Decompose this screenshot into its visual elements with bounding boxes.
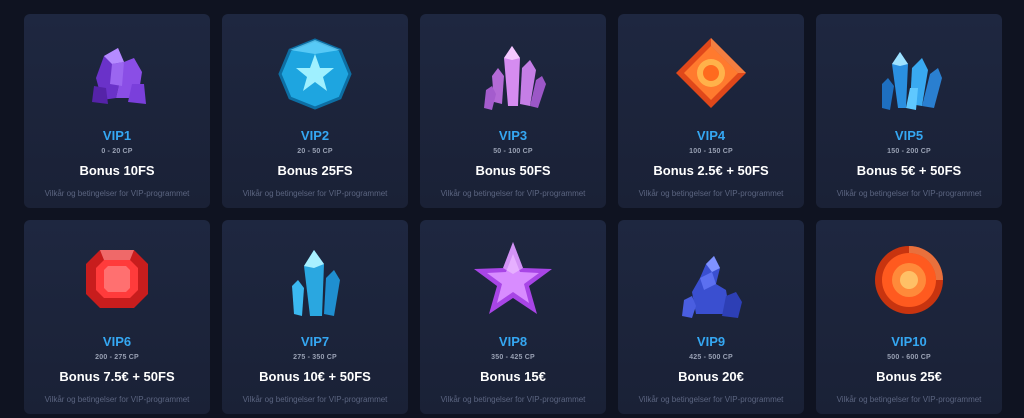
bonus-text: Bonus 10FS	[79, 163, 155, 178]
bonus-text: Bonus 5€ + 50FS	[856, 163, 962, 178]
cp-range: 0 - 20 CP	[101, 148, 133, 155]
cp-range: 150 - 200 CP	[887, 148, 931, 155]
cp-range: 425 - 500 CP	[689, 354, 733, 361]
cyan-crystal-icon	[270, 234, 360, 324]
vip-level-label: VIP9	[696, 334, 726, 349]
cp-range: 500 - 600 CP	[887, 354, 931, 361]
vip-card-5[interactable]: VIP5 150 - 200 CP Bonus 5€ + 50FS Vilkår…	[816, 14, 1002, 208]
terms-link[interactable]: Vilkår og betingelser for VIP-programmet	[816, 189, 1002, 198]
purple-star-icon	[468, 234, 558, 324]
vip-levels-grid: VIP1 0 - 20 CP Bonus 10FS Vilkår og beti…	[0, 0, 1024, 418]
bonus-text: Bonus 15€	[480, 369, 546, 384]
cp-range: 350 - 425 CP	[491, 354, 535, 361]
vip-level-label: VIP7	[300, 334, 330, 349]
bonus-text: Bonus 10€ + 50FS	[259, 369, 371, 384]
vip-level-label: VIP10	[891, 334, 927, 349]
orange-round-gem-icon	[864, 234, 954, 324]
purple-crystal-cluster-icon	[72, 28, 162, 118]
vip-level-label: VIP6	[102, 334, 132, 349]
bonus-text: Bonus 7.5€ + 50FS	[59, 369, 175, 384]
red-octagon-gem-icon	[72, 234, 162, 324]
vip-level-label: VIP5	[894, 128, 924, 143]
cp-range: 200 - 275 CP	[95, 354, 139, 361]
terms-link[interactable]: Vilkår og betingelser for VIP-programmet	[222, 189, 408, 198]
bonus-text: Bonus 50FS	[475, 163, 551, 178]
cp-range: 20 - 50 CP	[297, 148, 333, 155]
bonus-text: Bonus 25FS	[277, 163, 353, 178]
terms-link[interactable]: Vilkår og betingelser for VIP-programmet	[420, 395, 606, 404]
terms-link[interactable]: Vilkår og betingelser for VIP-programmet	[618, 395, 804, 404]
bonus-text: Bonus 2.5€ + 50FS	[653, 163, 769, 178]
terms-link[interactable]: Vilkår og betingelser for VIP-programmet	[24, 395, 210, 404]
vip-level-label: VIP4	[696, 128, 726, 143]
vip-level-label: VIP8	[498, 334, 528, 349]
cp-range: 100 - 150 CP	[689, 148, 733, 155]
blue-rock-crystal-icon	[666, 234, 756, 324]
terms-link[interactable]: Vilkår og betingelser for VIP-programmet	[816, 395, 1002, 404]
cp-range: 50 - 100 CP	[493, 148, 533, 155]
vip-card-1[interactable]: VIP1 0 - 20 CP Bonus 10FS Vilkår og beti…	[24, 14, 210, 208]
vip-level-label: VIP2	[300, 128, 330, 143]
orange-diamond-gem-icon	[666, 28, 756, 118]
vip-card-4[interactable]: VIP4 100 - 150 CP Bonus 2.5€ + 50FS Vilk…	[618, 14, 804, 208]
cp-range: 275 - 350 CP	[293, 354, 337, 361]
pink-crystal-icon	[468, 28, 558, 118]
terms-link[interactable]: Vilkår og betingelser for VIP-programmet	[24, 189, 210, 198]
vip-card-6[interactable]: VIP6 200 - 275 CP Bonus 7.5€ + 50FS Vilk…	[24, 220, 210, 414]
blue-star-gem-icon	[270, 28, 360, 118]
vip-card-3[interactable]: VIP3 50 - 100 CP Bonus 50FS Vilkår og be…	[420, 14, 606, 208]
bonus-text: Bonus 25€	[876, 369, 942, 384]
vip-card-2[interactable]: VIP2 20 - 50 CP Bonus 25FS Vilkår og bet…	[222, 14, 408, 208]
vip-card-7[interactable]: VIP7 275 - 350 CP Bonus 10€ + 50FS Vilkå…	[222, 220, 408, 414]
vip-card-10[interactable]: VIP10 500 - 600 CP Bonus 25€ Vilkår og b…	[816, 220, 1002, 414]
bonus-text: Bonus 20€	[678, 369, 744, 384]
terms-link[interactable]: Vilkår og betingelser for VIP-programmet	[618, 189, 804, 198]
vip-card-9[interactable]: VIP9 425 - 500 CP Bonus 20€ Vilkår og be…	[618, 220, 804, 414]
blue-crystal-cluster-icon	[864, 28, 954, 118]
terms-link[interactable]: Vilkår og betingelser for VIP-programmet	[420, 189, 606, 198]
vip-level-label: VIP3	[498, 128, 528, 143]
vip-card-8[interactable]: VIP8 350 - 425 CP Bonus 15€ Vilkår og be…	[420, 220, 606, 414]
vip-level-label: VIP1	[102, 128, 132, 143]
terms-link[interactable]: Vilkår og betingelser for VIP-programmet	[222, 395, 408, 404]
